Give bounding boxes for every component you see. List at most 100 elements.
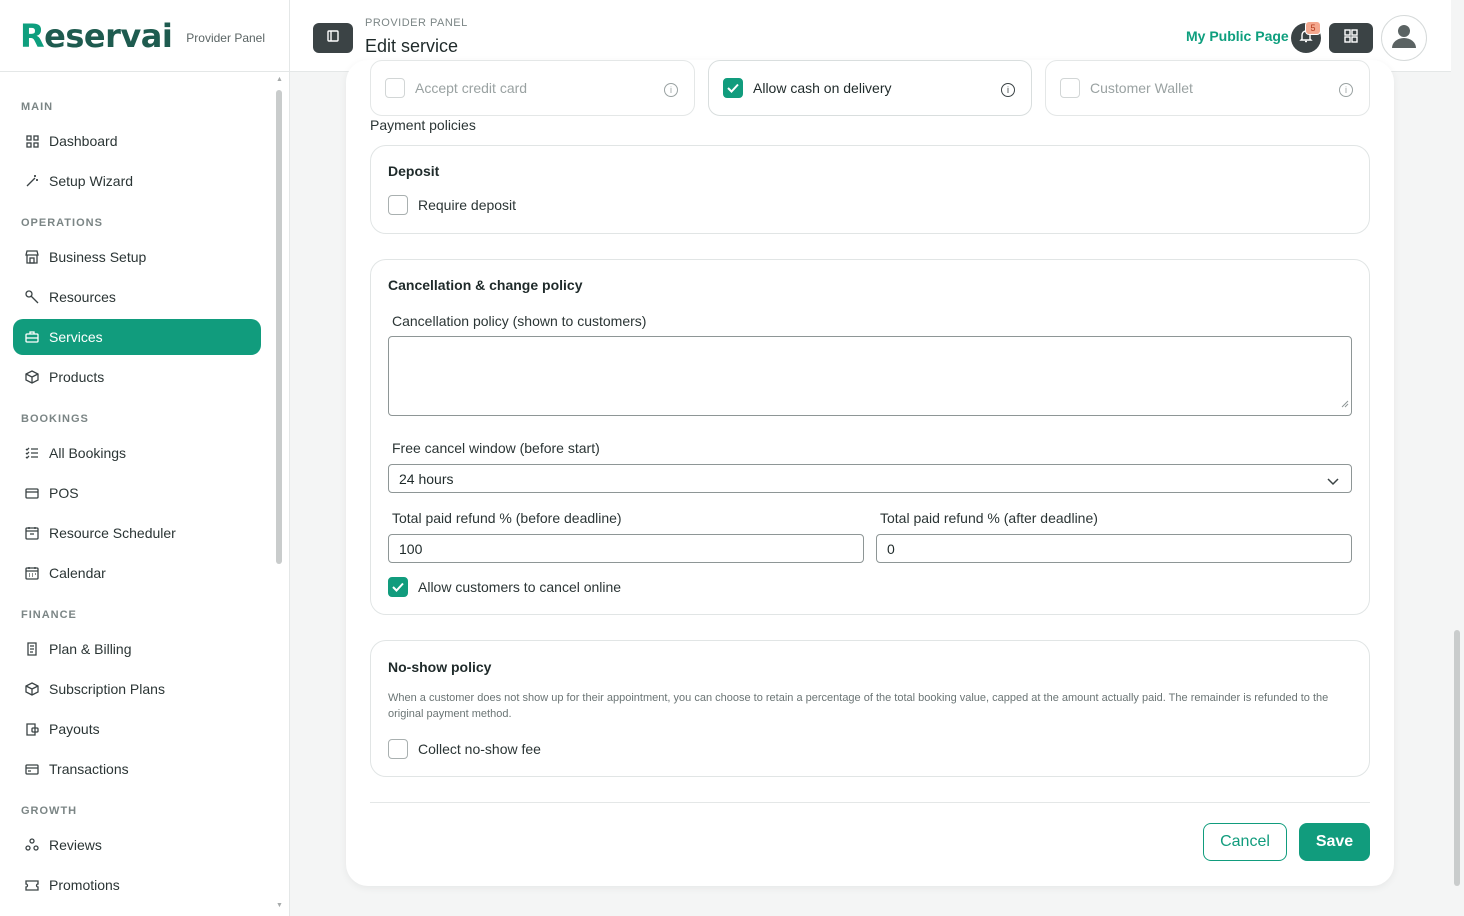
sidebar-item-label: Transactions	[49, 761, 129, 777]
sidebar-item-setup-wizard[interactable]: Setup Wizard	[13, 163, 261, 199]
sidebar-toggle-button[interactable]	[313, 23, 353, 53]
payment-option-cash[interactable]: Allow cash on delivery i	[708, 60, 1032, 116]
require-deposit-row[interactable]: Require deposit	[388, 195, 516, 215]
collect-no-show-row[interactable]: Collect no-show fee	[388, 739, 541, 759]
page-title: Edit service	[365, 36, 459, 56]
collect-no-show-checkbox[interactable]	[388, 739, 408, 759]
chevron-down-icon	[1327, 473, 1339, 489]
sidebar-item-transactions[interactable]: Transactions	[13, 751, 261, 787]
sidebar-item-resources[interactable]: Resources	[13, 279, 261, 315]
grid-icon	[25, 134, 39, 148]
sidebar-item-subscription-plans[interactable]: Subscription Plans	[13, 671, 261, 707]
sidebar-item-resource-scheduler[interactable]: Resource Scheduler	[13, 515, 261, 551]
deposit-title: Deposit	[388, 163, 440, 179]
cash-on-delivery-checkbox[interactable]	[723, 78, 743, 98]
payment-option-label: Allow cash on delivery	[753, 80, 892, 96]
sidebar-item-label: Subscription Plans	[49, 681, 165, 697]
section-title: OPERATIONS	[21, 217, 103, 229]
scroll-down-arrow[interactable]: ▼	[276, 902, 283, 909]
sidebar-scrollbar[interactable]	[276, 90, 282, 564]
sidebar-item-plan-billing[interactable]: Plan & Billing	[13, 631, 261, 667]
allow-cancel-online-checkbox[interactable]	[388, 577, 408, 597]
sidebar-item-services[interactable]: Services	[13, 319, 261, 355]
sidebar-item-label: Payouts	[49, 721, 100, 737]
sidebar-item-payouts[interactable]: Payouts	[13, 711, 261, 747]
credit-card-checkbox[interactable]	[385, 78, 405, 98]
sidebar-item-label: All Bookings	[49, 445, 127, 461]
customer-wallet-checkbox[interactable]	[1060, 78, 1080, 98]
free-cancel-window-label: Free cancel window (before start)	[392, 440, 600, 456]
ticket-icon	[25, 878, 39, 892]
brand-subtitle: Provider Panel	[186, 30, 266, 45]
wrench-icon	[25, 290, 39, 304]
no-show-title: No-show policy	[388, 659, 492, 675]
brand: Reservai Provider Panel	[0, 0, 289, 72]
calendar-grid-icon	[25, 526, 39, 540]
payment-policies-label: Payment policies	[370, 117, 476, 133]
require-deposit-label: Require deposit	[418, 197, 517, 213]
info-icon[interactable]: i	[1001, 83, 1015, 97]
sidebar-item-label: Calendar	[49, 565, 106, 581]
calendar-icon	[25, 566, 39, 580]
refund-after-input[interactable]: 0	[876, 534, 1352, 563]
sidebar-item-business-setup[interactable]: Business Setup	[13, 239, 261, 275]
allow-cancel-online-row[interactable]: Allow customers to cancel online	[388, 577, 621, 597]
sidebar-item-promotions[interactable]: Promotions	[13, 867, 261, 903]
selected-value: 24 hours	[399, 470, 454, 487]
store-icon	[25, 250, 39, 264]
sidebar-item-label: Dashboard	[49, 133, 118, 149]
sidebar-item-label: Products	[49, 369, 105, 385]
user-icon	[1391, 23, 1417, 54]
refund-before-label: Total paid refund % (before deadline)	[392, 510, 622, 526]
sidebar: Reservai Provider Panel MAIN Dashboard S…	[0, 0, 290, 916]
sidebar-item-dashboard[interactable]: Dashboard	[13, 123, 261, 159]
resize-handle-icon[interactable]	[1341, 395, 1349, 413]
apps-grid-icon	[1344, 28, 1358, 48]
sidebar-item-label: Business Setup	[49, 249, 147, 265]
notification-badge: 5	[1305, 21, 1321, 35]
list-check-icon	[25, 446, 39, 460]
require-deposit-checkbox[interactable]	[388, 195, 408, 215]
cancel-button[interactable]: Cancel	[1203, 823, 1287, 861]
sidebar-toggle-icon	[327, 29, 339, 47]
wallet-icon	[25, 722, 39, 736]
user-avatar[interactable]	[1381, 15, 1427, 61]
free-cancel-window-select[interactable]: 24 hours	[388, 464, 1352, 493]
main-scrollbar[interactable]	[1454, 630, 1460, 886]
box-icon	[25, 682, 39, 696]
card-icon	[25, 486, 39, 500]
my-public-page-link[interactable]: My Public Page	[1186, 28, 1289, 44]
sidebar-item-reviews[interactable]: Reviews	[13, 827, 261, 863]
logo[interactable]: Reservai	[20, 17, 173, 55]
save-button[interactable]: Save	[1299, 823, 1370, 861]
sidebar-item-label: Reviews	[49, 837, 102, 853]
collect-no-show-label: Collect no-show fee	[418, 741, 541, 757]
info-icon[interactable]: i	[1339, 83, 1353, 97]
cancellation-policy-textarea[interactable]	[388, 336, 1352, 416]
info-icon[interactable]: i	[664, 83, 678, 97]
refund-before-input[interactable]: 100	[388, 534, 864, 563]
sidebar-item-label: Services	[49, 329, 103, 345]
sidebar-item-label: Resource Scheduler	[49, 525, 176, 541]
payment-option-credit-card[interactable]: Accept credit card i	[370, 60, 695, 116]
divider	[370, 802, 1370, 803]
scroll-up-arrow[interactable]: ▲	[276, 76, 283, 83]
sidebar-item-calendar[interactable]: Calendar	[13, 555, 261, 591]
sidebar-item-label: Promotions	[49, 877, 120, 893]
sidebar-item-pos[interactable]: POS	[13, 475, 261, 511]
allow-cancel-online-label: Allow customers to cancel online	[418, 579, 622, 595]
cancellation-policy-label: Cancellation policy (shown to customers)	[392, 313, 647, 329]
breadcrumb: PROVIDER PANEL	[365, 17, 468, 29]
sidebar-item-label: POS	[49, 485, 79, 501]
sidebar-item-products[interactable]: Products	[13, 359, 261, 395]
no-show-description: When a customer does not show up for the…	[388, 692, 1329, 720]
sidebar-item-label: Resources	[49, 289, 116, 305]
section-title: BOOKINGS	[21, 413, 89, 425]
payment-option-wallet[interactable]: Customer Wallet i	[1045, 60, 1370, 116]
apps-button[interactable]	[1329, 23, 1373, 53]
payment-option-label: Accept credit card	[415, 80, 528, 96]
refund-after-label: Total paid refund % (after deadline)	[880, 510, 1098, 526]
sidebar-item-all-bookings[interactable]: All Bookings	[13, 435, 261, 471]
card-icon	[25, 762, 39, 776]
box-icon	[25, 370, 39, 384]
